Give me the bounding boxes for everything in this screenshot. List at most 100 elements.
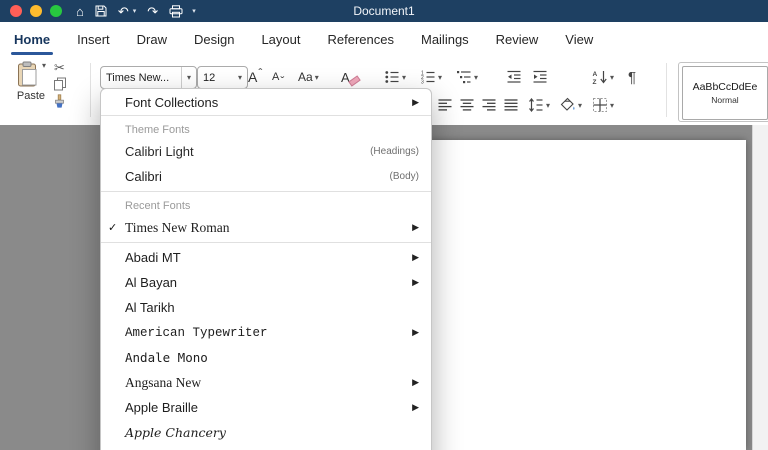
close-button[interactable] [10,5,22,17]
zoom-button[interactable] [50,5,62,17]
tab-home[interactable]: Home [14,22,50,57]
increase-indent-button[interactable] [532,66,548,88]
tab-review[interactable]: Review [496,22,539,57]
multilevel-list-button[interactable]: ▾ [456,66,478,88]
tab-references[interactable]: References [328,22,394,57]
copy-icon[interactable] [53,77,67,91]
decrease-indent-icon [506,69,522,85]
clipboard-icon [16,61,40,88]
ribbon-tabs: Home Insert Draw Design Layout Reference… [0,22,768,57]
align-right-icon [481,97,497,113]
shrink-font-button[interactable]: A ˇ [272,66,284,88]
menu-separator [101,115,431,116]
svg-text:Z: Z [593,79,597,85]
menu-item-andale-mono[interactable]: Andale Mono [101,345,431,370]
numbered-list-icon: 123 [420,69,436,85]
submenu-arrow-icon: ▶ [412,277,419,288]
borders-icon [592,97,608,113]
document-page[interactable] [430,140,746,450]
style-normal-card[interactable]: AaBbCcDdEe Normal [682,66,768,120]
font-size-value: 12 [203,72,233,84]
menu-item-al-tarikh[interactable]: Al Tarikh [101,295,431,320]
clipboard-group: ✂ [52,61,67,109]
font-name-dropdown-arrow-icon: ▾ [182,73,196,82]
decrease-indent-button[interactable] [506,66,522,88]
grow-font-button[interactable]: A ˆ [248,66,262,88]
menu-section-header: Recent Fonts [101,194,431,215]
menu-item-angsana-new[interactable]: Angsana New ▶ [101,370,431,395]
group-divider [666,63,667,117]
word-window: Document1 ⌂ ↶ ▾ ↷ ▾ Home Insert Draw Des… [0,0,768,450]
font-size-combobox[interactable]: 12 ▾ [197,66,248,89]
line-spacing-button[interactable]: ▾ [528,94,550,116]
undo-dropdown-arrow-icon[interactable]: ▾ [133,7,137,15]
cut-icon[interactable]: ✂ [54,61,65,74]
multilevel-list-icon [456,69,472,85]
submenu-arrow-icon: ▶ [412,402,419,413]
tab-layout[interactable]: Layout [261,22,300,57]
bullet-list-icon [384,69,400,85]
menu-item-font-collections[interactable]: Font Collections ▶ [101,91,431,113]
menu-section-header: Theme Fonts [101,118,431,139]
menu-item-calibri[interactable]: Calibri (Body) [101,164,431,189]
redo-icon[interactable]: ↷ [147,5,158,18]
menu-separator [101,242,431,243]
submenu-arrow-icon: ▶ [412,327,419,338]
tab-insert[interactable]: Insert [77,22,110,57]
submenu-arrow-icon: ▶ [412,252,419,263]
align-center-button[interactable] [459,94,475,116]
traffic-lights [10,5,62,17]
submenu-arrow-icon: ▶ [412,377,419,388]
minimize-button[interactable] [30,5,42,17]
style-preview-text: AaBbCcDdEe [693,81,758,93]
menu-item-al-bayan[interactable]: Al Bayan ▶ [101,270,431,295]
menu-item-american-typewriter[interactable]: American Typewriter ▶ [101,320,431,345]
paint-bucket-icon [560,97,576,113]
justify-button[interactable] [503,94,519,116]
menu-separator [101,191,431,192]
paste-dropdown-arrow-icon[interactable]: ▾ [42,61,46,70]
svg-text:A: A [593,71,598,78]
format-painter-icon[interactable] [52,94,67,109]
numbering-button[interactable]: 123 ▾ [420,66,442,88]
home-icon[interactable]: ⌂ [76,5,84,18]
menu-item-times-new-roman[interactable]: ✓ Times New Roman ▶ [101,215,431,240]
pilcrow-icon: ¶ [628,69,636,86]
caret-down-icon: ˇ [280,74,284,88]
menu-item-apple-color-emoji[interactable]: Apple Color Emoji [101,445,431,450]
shading-button[interactable]: ▾ [560,94,582,116]
menu-item-apple-chancery[interactable]: Apple Chancery [101,420,431,445]
checkmark-icon: ✓ [108,221,117,234]
menu-item-apple-braille[interactable]: Apple Braille ▶ [101,395,431,420]
quick-access-toolbar: ⌂ ↶ ▾ ↷ ▾ [76,0,196,22]
styles-gallery: AaBbCcDdEe Normal [678,62,768,122]
print-icon[interactable] [169,5,183,18]
borders-button[interactable]: ▾ [592,94,614,116]
sort-button[interactable]: AZ ▾ [592,66,614,88]
sort-icon: AZ [592,69,608,85]
font-dropdown-menu: Font Collections ▶ Theme Fonts Calibri L… [100,88,432,450]
toolbar-options-icon[interactable]: ▾ [192,7,196,15]
submenu-arrow-icon: ▶ [412,97,419,108]
align-right-button[interactable] [481,94,497,116]
tab-mailings[interactable]: Mailings [421,22,469,57]
menu-item-calibri-light[interactable]: Calibri Light (Headings) [101,139,431,164]
tab-view[interactable]: View [565,22,593,57]
paste-button[interactable]: ▾ Paste [8,61,54,102]
increase-indent-icon [532,69,548,85]
submenu-arrow-icon: ▶ [412,222,419,233]
font-name-combobox[interactable]: Times New... ▾ [100,66,197,89]
undo-icon[interactable]: ↶ [118,5,129,18]
align-left-icon [437,97,453,113]
tab-design[interactable]: Design [194,22,234,57]
vertical-scrollbar[interactable] [752,125,768,450]
group-divider [90,63,91,117]
save-icon[interactable] [95,5,107,17]
bullets-button[interactable]: ▾ [384,66,406,88]
show-paragraph-marks-button[interactable]: ¶ [628,66,636,88]
change-case-button[interactable]: Aa ▾ [298,66,319,88]
align-left-button[interactable] [437,94,453,116]
clear-formatting-button[interactable]: A [341,66,360,88]
tab-draw[interactable]: Draw [137,22,167,57]
menu-item-abadi-mt[interactable]: Abadi MT ▶ [101,245,431,270]
